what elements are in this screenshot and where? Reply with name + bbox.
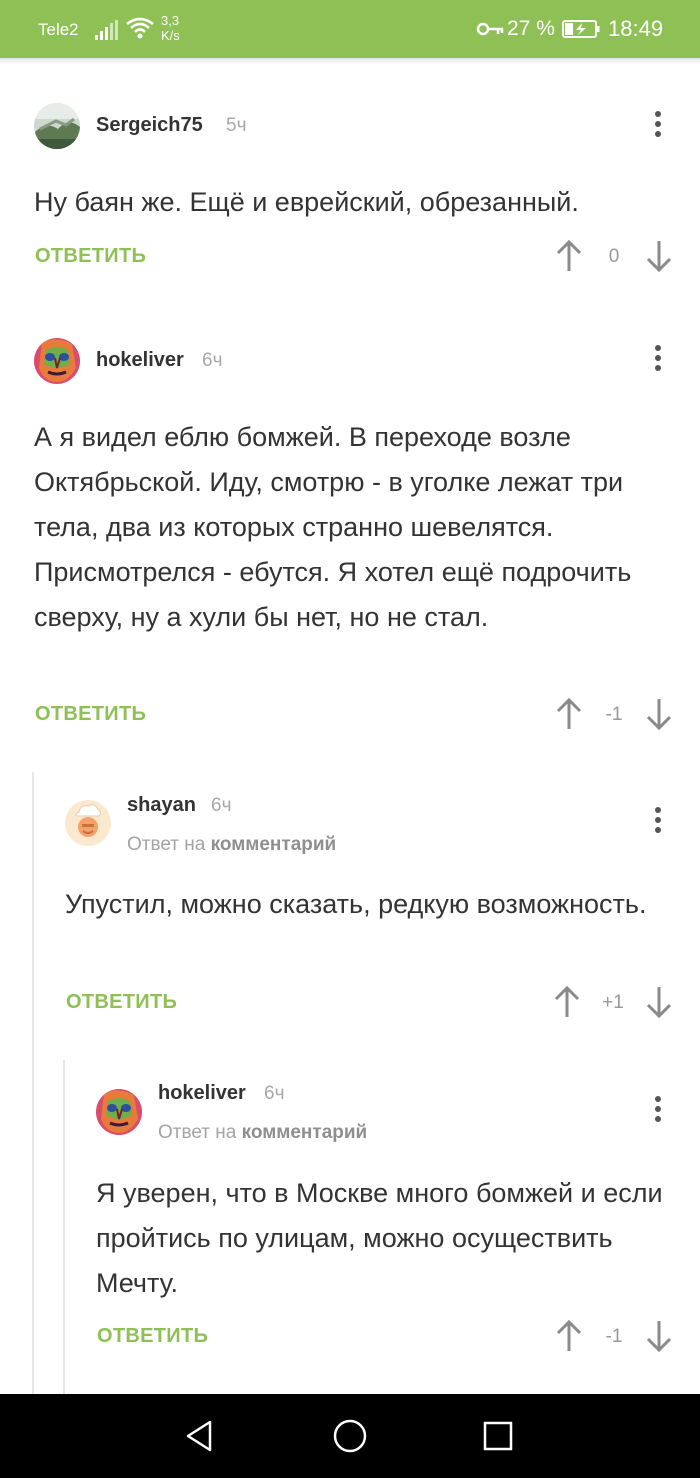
reply-to-prefix: Ответ на — [127, 834, 206, 855]
recents-icon[interactable] — [480, 1418, 516, 1454]
comment-text: Ну баян же. Ещё и еврейский, обрезанный. — [34, 187, 579, 217]
username[interactable]: hokeliver — [96, 349, 184, 372]
downvote-icon[interactable] — [646, 985, 672, 1019]
comment: Sergeich75 5ч Ну баян же. Ещё и еврейски… — [0, 0, 700, 300]
upvote-icon[interactable] — [556, 1319, 582, 1353]
reply-button[interactable]: ОТВЕТИТЬ — [35, 703, 146, 726]
rating: -1 — [605, 704, 623, 725]
comment-reply: shayan 6ч Ответ на комментарий Упустил, … — [0, 770, 700, 1050]
rating: +1 — [602, 992, 624, 1013]
navigation-bar — [0, 1394, 700, 1478]
more-options-icon[interactable] — [654, 807, 662, 837]
comment-text: А я видел еблю бомжей. В переходе возле … — [34, 422, 632, 632]
avatar[interactable] — [65, 800, 111, 846]
reply-button[interactable]: ОТВЕТИТЬ — [97, 1325, 208, 1348]
timestamp: 5ч — [226, 115, 247, 136]
upvote-icon[interactable] — [556, 239, 582, 273]
reply-to-label[interactable]: Ответ на комментарий — [127, 834, 336, 856]
downvote-icon[interactable] — [646, 239, 672, 273]
avatar[interactable] — [34, 103, 80, 149]
rating: -1 — [605, 1326, 623, 1347]
comment: hokeliver 6ч А я видел еблю бомжей. В пе… — [0, 300, 700, 750]
more-options-icon[interactable] — [654, 1096, 662, 1126]
downvote-icon[interactable] — [646, 697, 672, 731]
rating: 0 — [608, 246, 620, 267]
timestamp: 6ч — [264, 1083, 285, 1104]
timestamp: 6ч — [202, 350, 223, 371]
more-options-icon[interactable] — [654, 111, 662, 141]
reply-button[interactable]: ОТВЕТИТЬ — [66, 991, 177, 1014]
reply-to-label[interactable]: Ответ на комментарий — [158, 1122, 367, 1144]
comment-text: Упустил, можно сказать, редкую возможнос… — [65, 889, 647, 919]
home-icon[interactable] — [332, 1418, 368, 1454]
comment-reply: hokeliver 6ч Ответ на комментарий Я увер… — [0, 1060, 700, 1390]
username[interactable]: Sergeich75 — [96, 114, 203, 137]
reply-to-prefix: Ответ на — [158, 1122, 237, 1143]
avatar[interactable] — [96, 1089, 142, 1135]
avatar[interactable] — [34, 338, 80, 384]
upvote-icon[interactable] — [554, 985, 580, 1019]
more-options-icon[interactable] — [654, 345, 662, 375]
reply-button[interactable]: ОТВЕТИТЬ — [35, 245, 146, 268]
reply-to-link[interactable]: комментарий — [211, 834, 337, 855]
username[interactable]: shayan — [127, 794, 196, 817]
timestamp: 6ч — [211, 795, 232, 816]
username[interactable]: hokeliver — [158, 1082, 246, 1105]
upvote-icon[interactable] — [556, 697, 582, 731]
comment-text: Я уверен, что в Москве много бомжей и ес… — [96, 1178, 663, 1298]
downvote-icon[interactable] — [646, 1319, 672, 1353]
back-icon[interactable] — [182, 1418, 218, 1454]
reply-to-link[interactable]: комментарий — [242, 1122, 368, 1143]
